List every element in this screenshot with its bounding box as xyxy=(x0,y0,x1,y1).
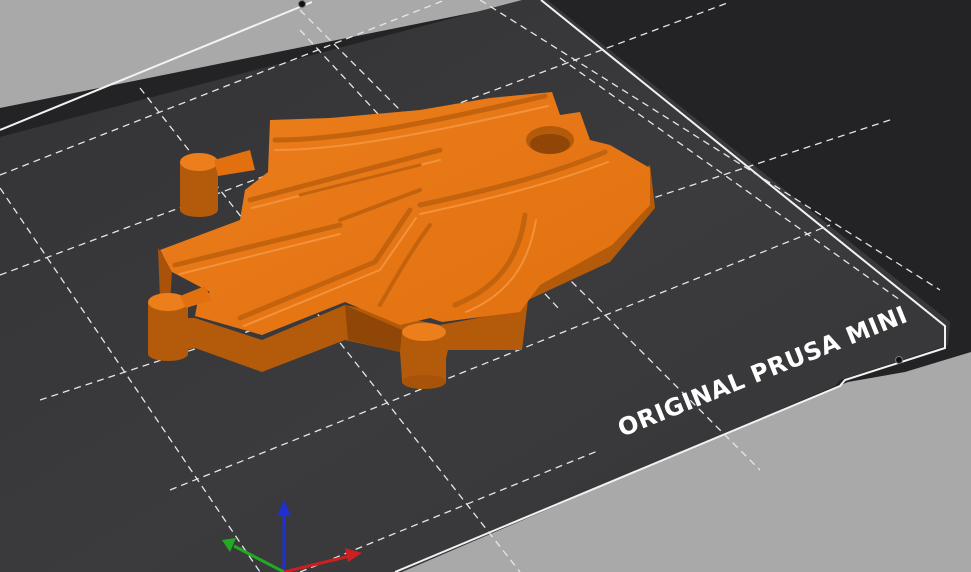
bed-screw-hole xyxy=(895,356,903,364)
socket-hole xyxy=(526,126,574,154)
peg-bottom xyxy=(402,323,446,389)
plater-scene[interactable]: ORIGINAL PRUSA MINI xyxy=(0,0,971,572)
bed-screw-hole xyxy=(298,0,306,8)
3d-viewport[interactable]: ORIGINAL PRUSA MINI xyxy=(0,0,971,572)
